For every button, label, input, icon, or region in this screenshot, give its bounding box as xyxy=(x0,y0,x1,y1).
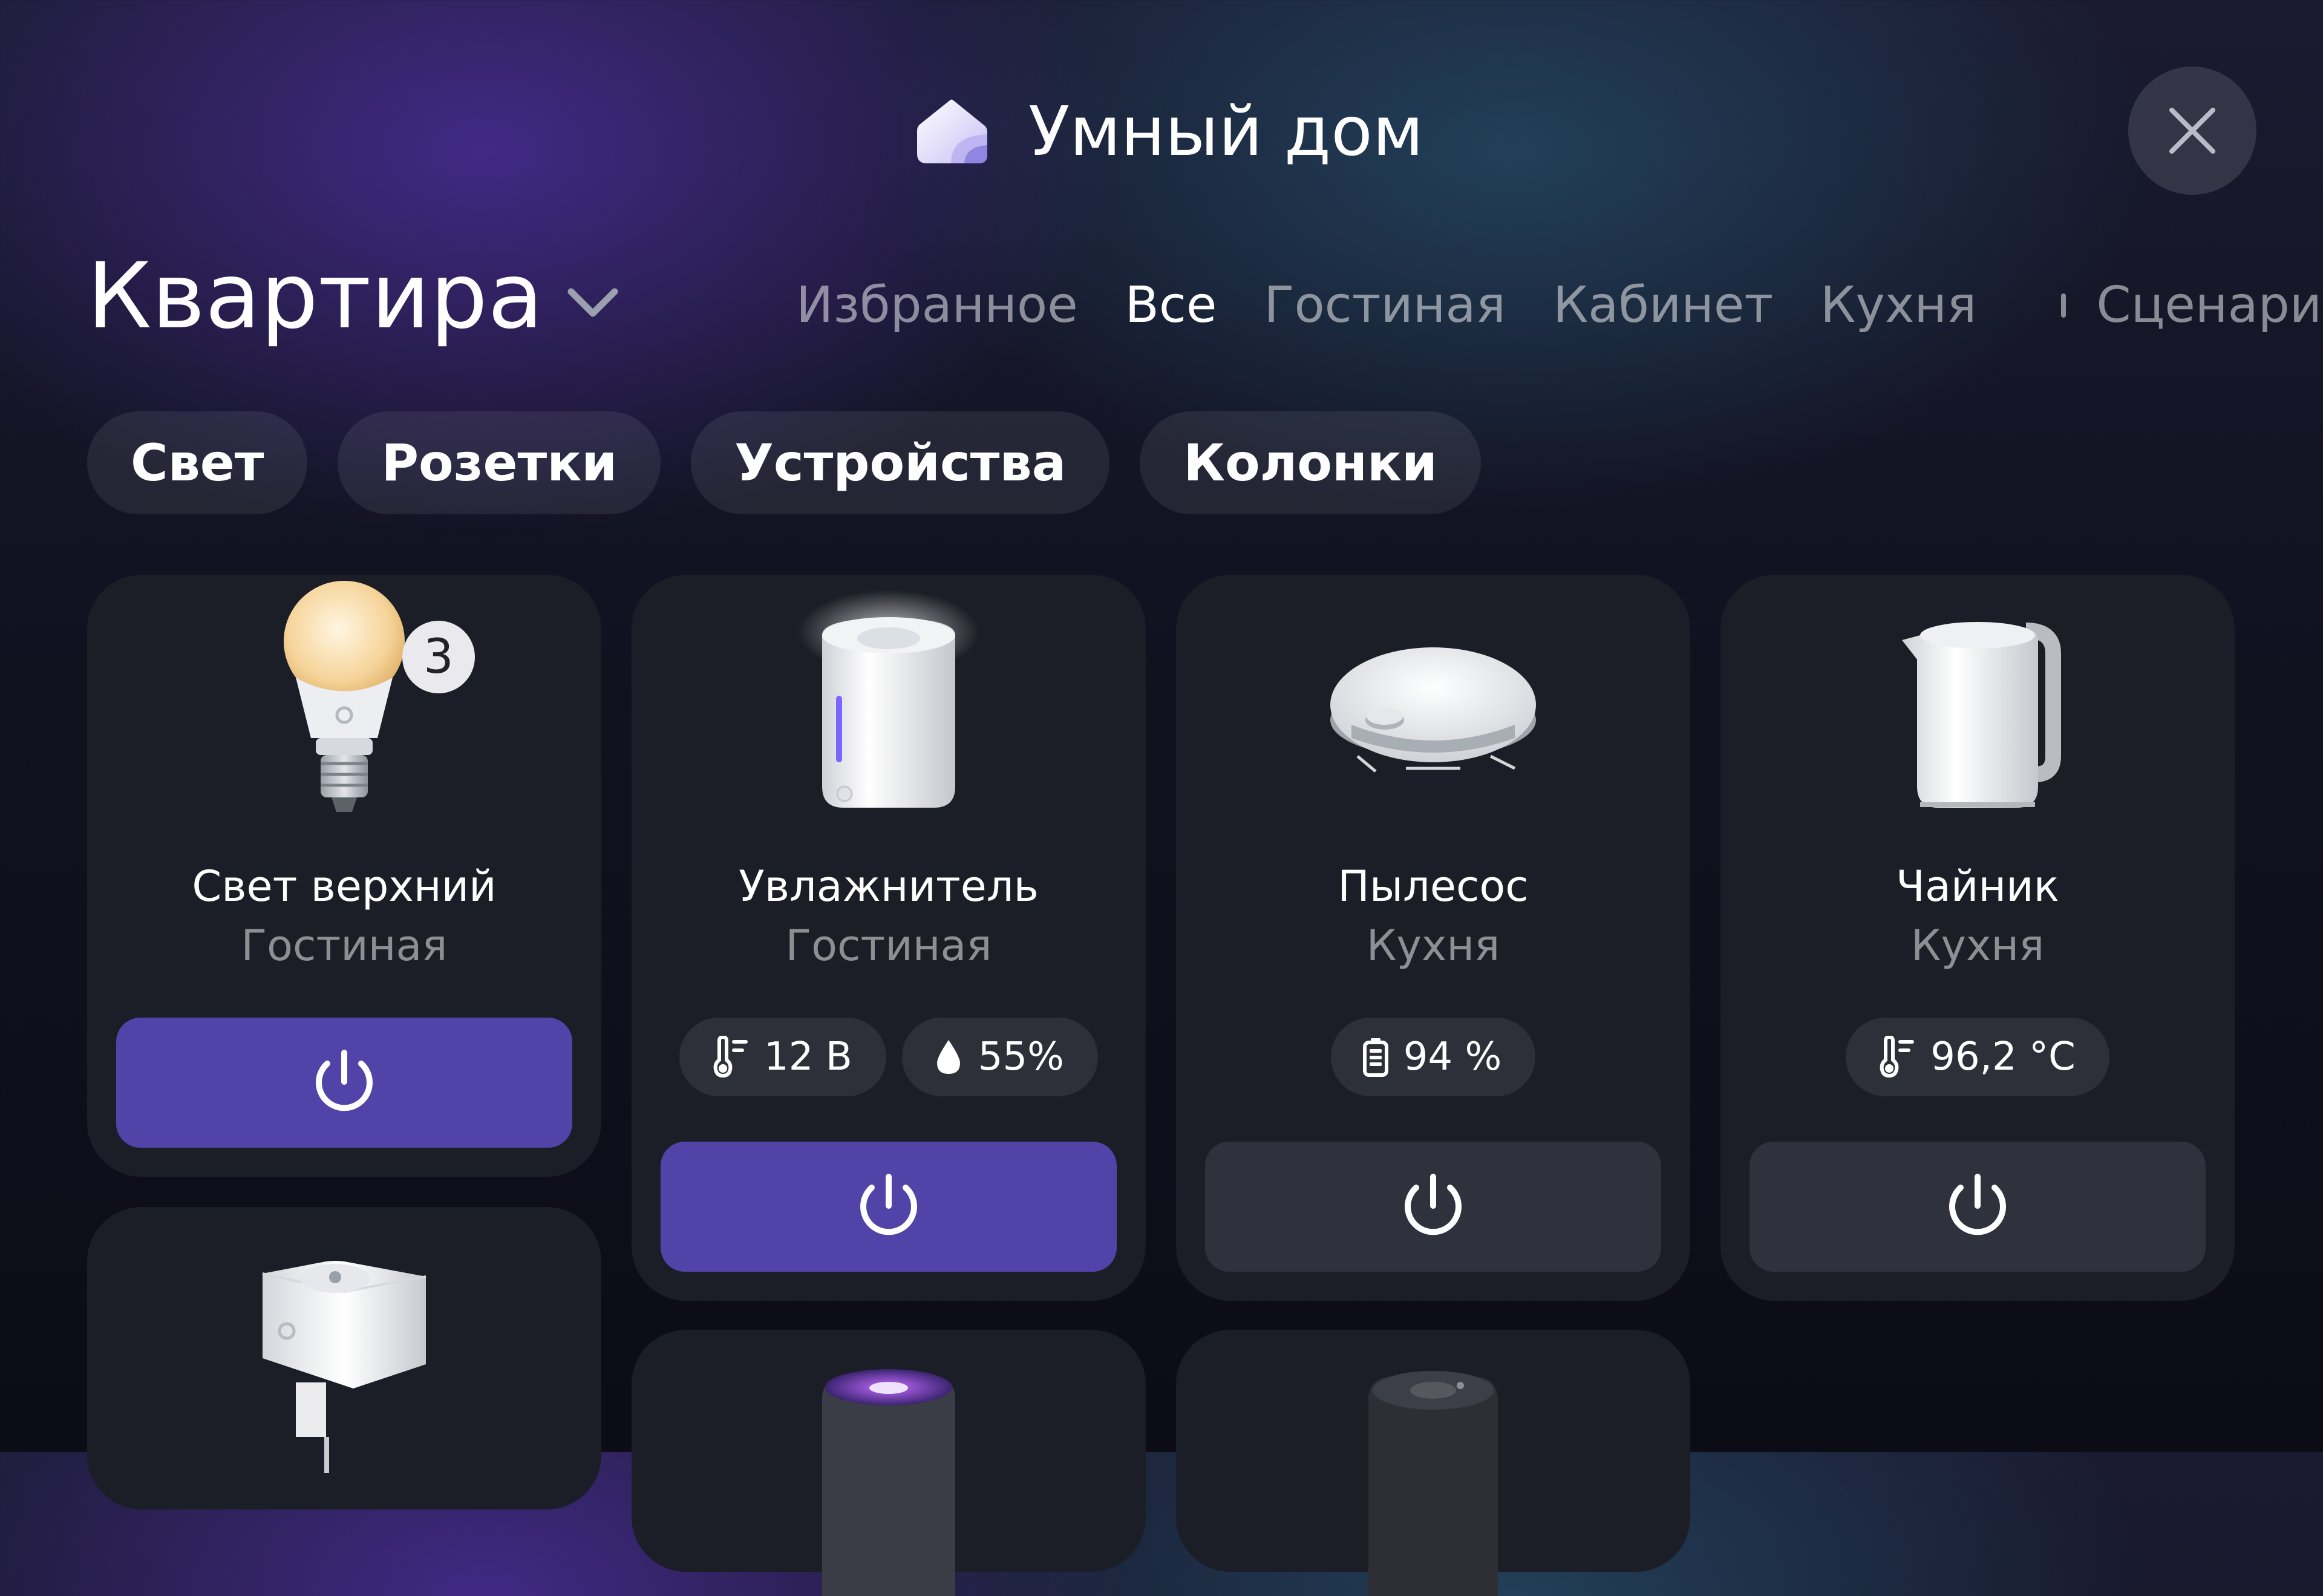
water-drop-icon xyxy=(936,1040,960,1074)
device-name: Пылесос xyxy=(1338,862,1529,911)
chip-sockets[interactable]: Розетки xyxy=(338,411,661,514)
battery-icon xyxy=(1362,1038,1388,1077)
device-card-speaker[interactable] xyxy=(632,1330,1146,1596)
tab-all[interactable]: Все xyxy=(1125,275,1217,336)
battery-value: 94 % xyxy=(1403,1035,1502,1079)
tab-favorites[interactable]: Избранное xyxy=(796,275,1078,336)
temperature-value: 96,2 °C xyxy=(1930,1035,2076,1079)
thermometer-icon xyxy=(1880,1036,1915,1078)
device-stats: 12 В 55% xyxy=(632,1018,1146,1096)
device-card-kettle[interactable]: Чайник Кухня 96,2 °C xyxy=(1720,575,2235,1301)
chevron-down-icon xyxy=(567,288,618,317)
tab-living-room[interactable]: Гостиная xyxy=(1264,275,1506,336)
smart-home-logo-icon xyxy=(915,97,988,165)
home-selector[interactable]: Квартира xyxy=(87,242,618,351)
battery-stat: 94 % xyxy=(1330,1018,1536,1096)
device-stats: 96,2 °C xyxy=(1720,1018,2235,1096)
chip-speakers[interactable]: Колонки xyxy=(1140,411,1481,514)
power-button[interactable] xyxy=(1205,1142,1661,1272)
humidity-value: 55% xyxy=(978,1035,1064,1079)
device-card-speaker-mini[interactable] xyxy=(1176,1330,1690,1596)
thermometer-icon xyxy=(713,1036,748,1078)
close-button[interactable] xyxy=(2128,67,2256,195)
room-tabs: Избранное Все Гостиная Кабинет Кухня Сце… xyxy=(796,275,2323,336)
smart-plug-icon xyxy=(262,1261,426,1473)
tab-office[interactable]: Кабинет xyxy=(1553,275,1773,336)
category-chips: Свет Розетки Устройства Колонки xyxy=(87,411,1481,514)
tab-kitchen[interactable]: Кухня xyxy=(1820,275,1976,336)
device-card-vacuum[interactable]: Пылесос Кухня 94 % xyxy=(1176,575,1690,1301)
device-card-plug[interactable] xyxy=(87,1207,601,1509)
power-icon xyxy=(860,1173,917,1235)
temperature-stat: 12 В xyxy=(679,1018,886,1096)
kettle-icon xyxy=(1902,622,2061,808)
temperature-stat: 96,2 °C xyxy=(1846,1018,2109,1096)
device-room: Гостиная xyxy=(785,921,992,970)
smart-speaker-mini-icon xyxy=(1368,1371,1498,1596)
device-name: Чайник xyxy=(1896,862,2059,911)
smart-speaker-icon xyxy=(822,1369,955,1596)
device-room: Кухня xyxy=(1910,921,2045,970)
tab-scenarios[interactable]: Сценарии xyxy=(2096,275,2323,336)
device-room: Кухня xyxy=(1366,921,1500,970)
humidity-stat: 55% xyxy=(901,1018,1098,1096)
power-icon xyxy=(1405,1173,1462,1235)
power-icon xyxy=(1949,1173,2006,1235)
robot-vacuum-icon xyxy=(1330,647,1536,773)
home-name: Квартира xyxy=(87,244,544,349)
power-button[interactable] xyxy=(116,1018,572,1148)
power-button[interactable] xyxy=(661,1142,1117,1272)
light-bulb-icon xyxy=(284,581,405,812)
device-card-light[interactable]: Свет верхний Гостиная xyxy=(87,575,601,1177)
close-icon xyxy=(2169,108,2215,154)
tabs-divider xyxy=(2061,293,2067,318)
page-title: Умный дом xyxy=(1028,93,1424,171)
device-stats: 94 % xyxy=(1176,1018,1690,1096)
device-count-badge: 3 xyxy=(402,621,475,693)
power-icon xyxy=(316,1049,373,1111)
humidifier-icon xyxy=(798,590,979,808)
device-name: Увлажнитель xyxy=(739,862,1039,911)
chip-devices[interactable]: Устройства xyxy=(691,411,1110,514)
chip-light[interactable]: Свет xyxy=(87,411,308,514)
temperature-value: 12 В xyxy=(764,1035,852,1079)
device-name: Свет верхний xyxy=(192,862,497,911)
device-card-humidifier[interactable]: Увлажнитель Гостиная 12 В 55% xyxy=(632,575,1146,1301)
device-room: Гостиная xyxy=(241,921,448,970)
power-button[interactable] xyxy=(1750,1142,2206,1272)
